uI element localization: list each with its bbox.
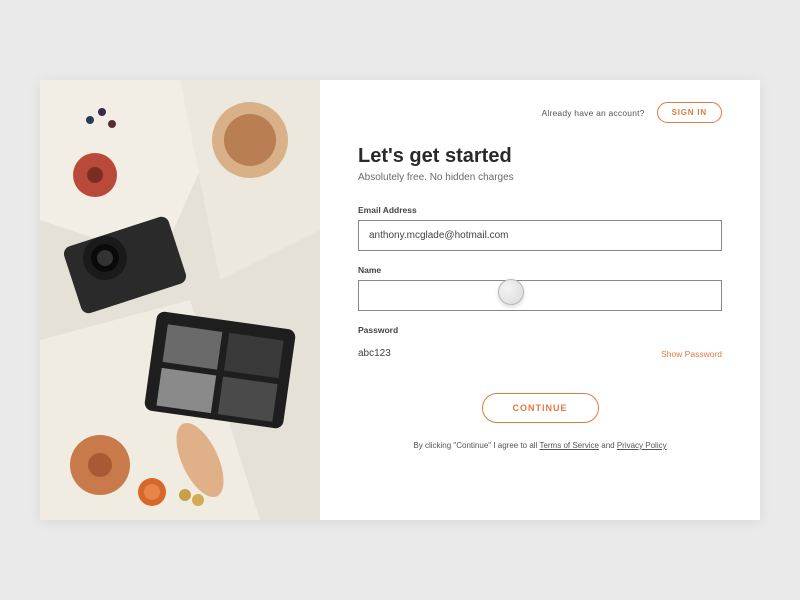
name-label: Name — [358, 265, 722, 275]
show-password-button[interactable]: Show Password — [661, 349, 722, 359]
name-field-group: Name — [358, 265, 722, 311]
hero-image — [40, 80, 320, 520]
form-panel: Already have an account? SIGN IN Let's g… — [320, 80, 760, 520]
account-prompt: Already have an account? — [542, 108, 645, 118]
continue-button[interactable]: CONTINUE — [482, 393, 599, 423]
signup-card: Already have an account? SIGN IN Let's g… — [40, 80, 760, 520]
legal-mid: and — [599, 441, 617, 450]
name-input[interactable] — [358, 280, 722, 311]
tos-link[interactable]: Terms of Service — [539, 441, 599, 450]
page-subheading: Absolutely free. No hidden charges — [358, 172, 722, 183]
signin-button[interactable]: SIGN IN — [657, 102, 722, 123]
password-label: Password — [358, 325, 722, 335]
password-field-group: Password Show Password — [358, 325, 722, 365]
email-label: Email Address — [358, 205, 722, 215]
legal-text: By clicking "Continue" I agree to all Te… — [358, 441, 722, 450]
header-row: Already have an account? SIGN IN — [358, 102, 722, 123]
legal-prefix: By clicking "Continue" I agree to all — [413, 441, 539, 450]
privacy-link[interactable]: Privacy Policy — [617, 441, 667, 450]
password-input[interactable] — [358, 346, 661, 361]
page-heading: Let's get started — [358, 145, 722, 168]
email-input[interactable] — [358, 220, 722, 251]
email-field-group: Email Address — [358, 205, 722, 251]
